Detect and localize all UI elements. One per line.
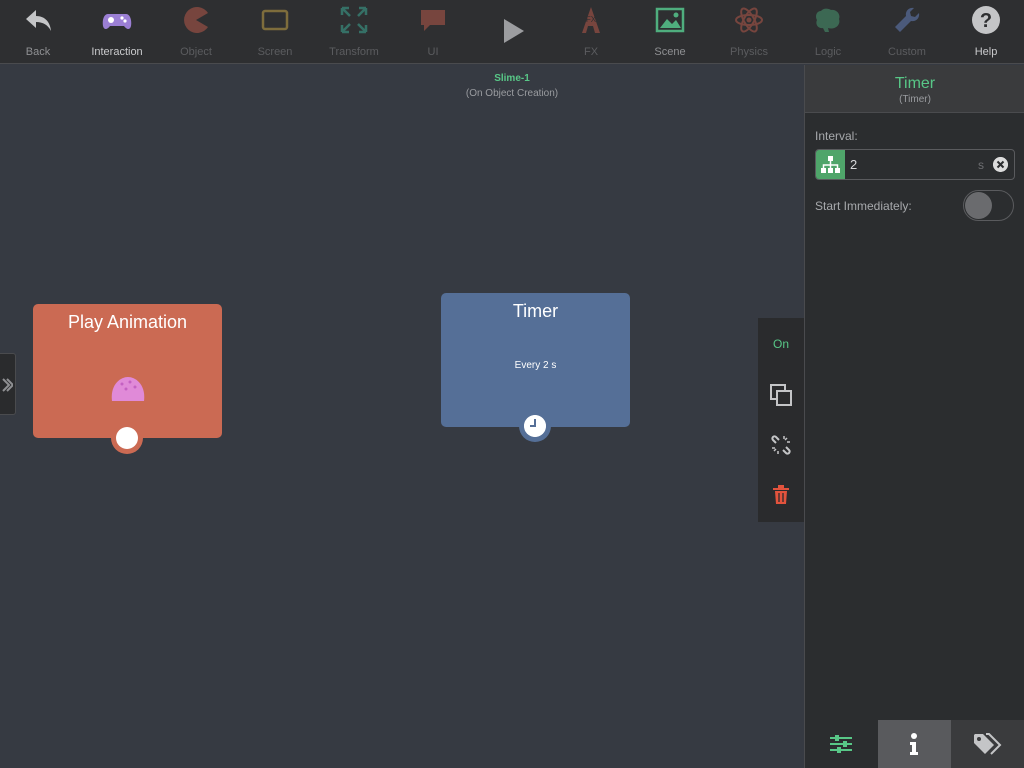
custom-button[interactable]: Custom — [875, 0, 939, 64]
properties-panel: Timer (Timer) Interval: 2 s Start Immedi… — [804, 65, 1024, 768]
delete-button[interactable] — [758, 474, 804, 514]
interval-label: Interval: — [815, 129, 858, 143]
ui-button[interactable]: UI — [401, 0, 465, 64]
interval-unit: s — [978, 158, 984, 172]
hierarchy-icon — [821, 156, 840, 173]
tags-icon — [974, 733, 1002, 755]
node-title: Play Animation — [67, 312, 188, 332]
ui-label: UI — [427, 46, 439, 58]
tab-info[interactable] — [878, 720, 951, 768]
panel-header: Timer (Timer) — [805, 65, 1024, 113]
output-port[interactable] — [111, 422, 143, 454]
unlink-button[interactable] — [758, 424, 804, 464]
duplicate-button[interactable] — [758, 374, 804, 414]
play-button[interactable] — [480, 0, 544, 64]
image-icon — [655, 7, 685, 33]
speech-bubble-icon — [421, 10, 445, 31]
attribute-picker-button[interactable] — [816, 150, 845, 179]
top-toolbar: Back Interaction Object Screen Transform… — [0, 0, 1024, 64]
physics-button[interactable]: Physics — [717, 0, 781, 64]
left-drawer-handle[interactable] — [0, 353, 16, 415]
back-arrow-icon — [26, 10, 51, 31]
timer-node[interactable]: Timer Every 2 s — [441, 293, 630, 427]
screen-label: Screen — [257, 46, 293, 58]
custom-label: Custom — [888, 46, 926, 58]
interval-field[interactable]: 2 s — [815, 149, 1015, 180]
scene-button[interactable]: Scene — [638, 0, 702, 64]
info-icon — [910, 733, 918, 755]
panel-title: Timer — [894, 75, 936, 92]
logic-button[interactable]: Logic — [796, 0, 860, 64]
panel-subtitle: (Timer) — [899, 94, 931, 105]
wrench-icon — [895, 7, 920, 32]
node-title: Timer — [512, 301, 559, 321]
screen-button[interactable]: Screen — [243, 0, 307, 64]
interaction-label: Interaction — [91, 46, 143, 58]
toggle-knob — [965, 192, 992, 219]
start-immediately-toggle[interactable] — [963, 190, 1014, 221]
screen-icon — [261, 9, 289, 31]
transform-icon — [340, 6, 368, 34]
svg-text:?: ? — [980, 10, 992, 32]
pacman-icon — [184, 7, 208, 33]
event-name: (On Object Creation) — [465, 88, 559, 99]
help-button[interactable]: ? Help — [954, 0, 1018, 64]
back-label: Back — [25, 46, 51, 58]
panel-tabbar — [805, 720, 1024, 768]
brain-icon — [816, 8, 840, 32]
chevron-right-icon — [2, 378, 13, 392]
fx-label: FX — [583, 46, 599, 58]
on-toggle[interactable]: On — [758, 336, 804, 376]
trash-icon — [773, 485, 789, 504]
help-icon: ? — [972, 6, 1000, 34]
interaction-button[interactable]: Interaction — [85, 0, 149, 64]
object-name: Slime-1 — [494, 73, 530, 84]
physics-label: Physics — [730, 46, 768, 58]
timer-port[interactable] — [519, 410, 551, 442]
gamepad-icon — [102, 14, 132, 29]
svg-text:FX: FX — [586, 15, 597, 24]
transform-button[interactable]: Transform — [322, 0, 386, 64]
fx-icon: FX — [582, 7, 600, 33]
back-button[interactable]: Back — [6, 0, 70, 64]
duplicate-icon — [770, 384, 792, 406]
interval-value[interactable]: 2 — [850, 157, 857, 172]
scene-label: Scene — [654, 46, 686, 58]
transform-label: Transform — [329, 46, 379, 58]
fx-button[interactable]: FX FX — [559, 0, 623, 64]
atom-icon — [735, 7, 763, 33]
node-subtitle: Every 2 s — [514, 360, 557, 371]
object-label: Object — [180, 46, 212, 58]
sliders-icon — [830, 735, 852, 753]
clear-icon[interactable] — [993, 157, 1008, 172]
start-immediately-label: Start Immediately: — [815, 199, 912, 213]
clock-icon — [524, 415, 546, 437]
help-label: Help — [974, 46, 998, 58]
tab-tags[interactable] — [951, 720, 1024, 768]
logic-label: Logic — [814, 46, 842, 58]
behavior-canvas[interactable]: Slime-1 (On Object Creation) Play Animat… — [0, 65, 804, 768]
unlink-icon — [771, 435, 791, 455]
tab-settings[interactable] — [805, 720, 878, 768]
play-icon — [504, 19, 524, 43]
node-context-menu: On — [758, 318, 804, 522]
slime-icon — [111, 377, 145, 401]
play-animation-node[interactable]: Play Animation — [33, 304, 222, 438]
object-button[interactable]: Object — [164, 0, 228, 64]
